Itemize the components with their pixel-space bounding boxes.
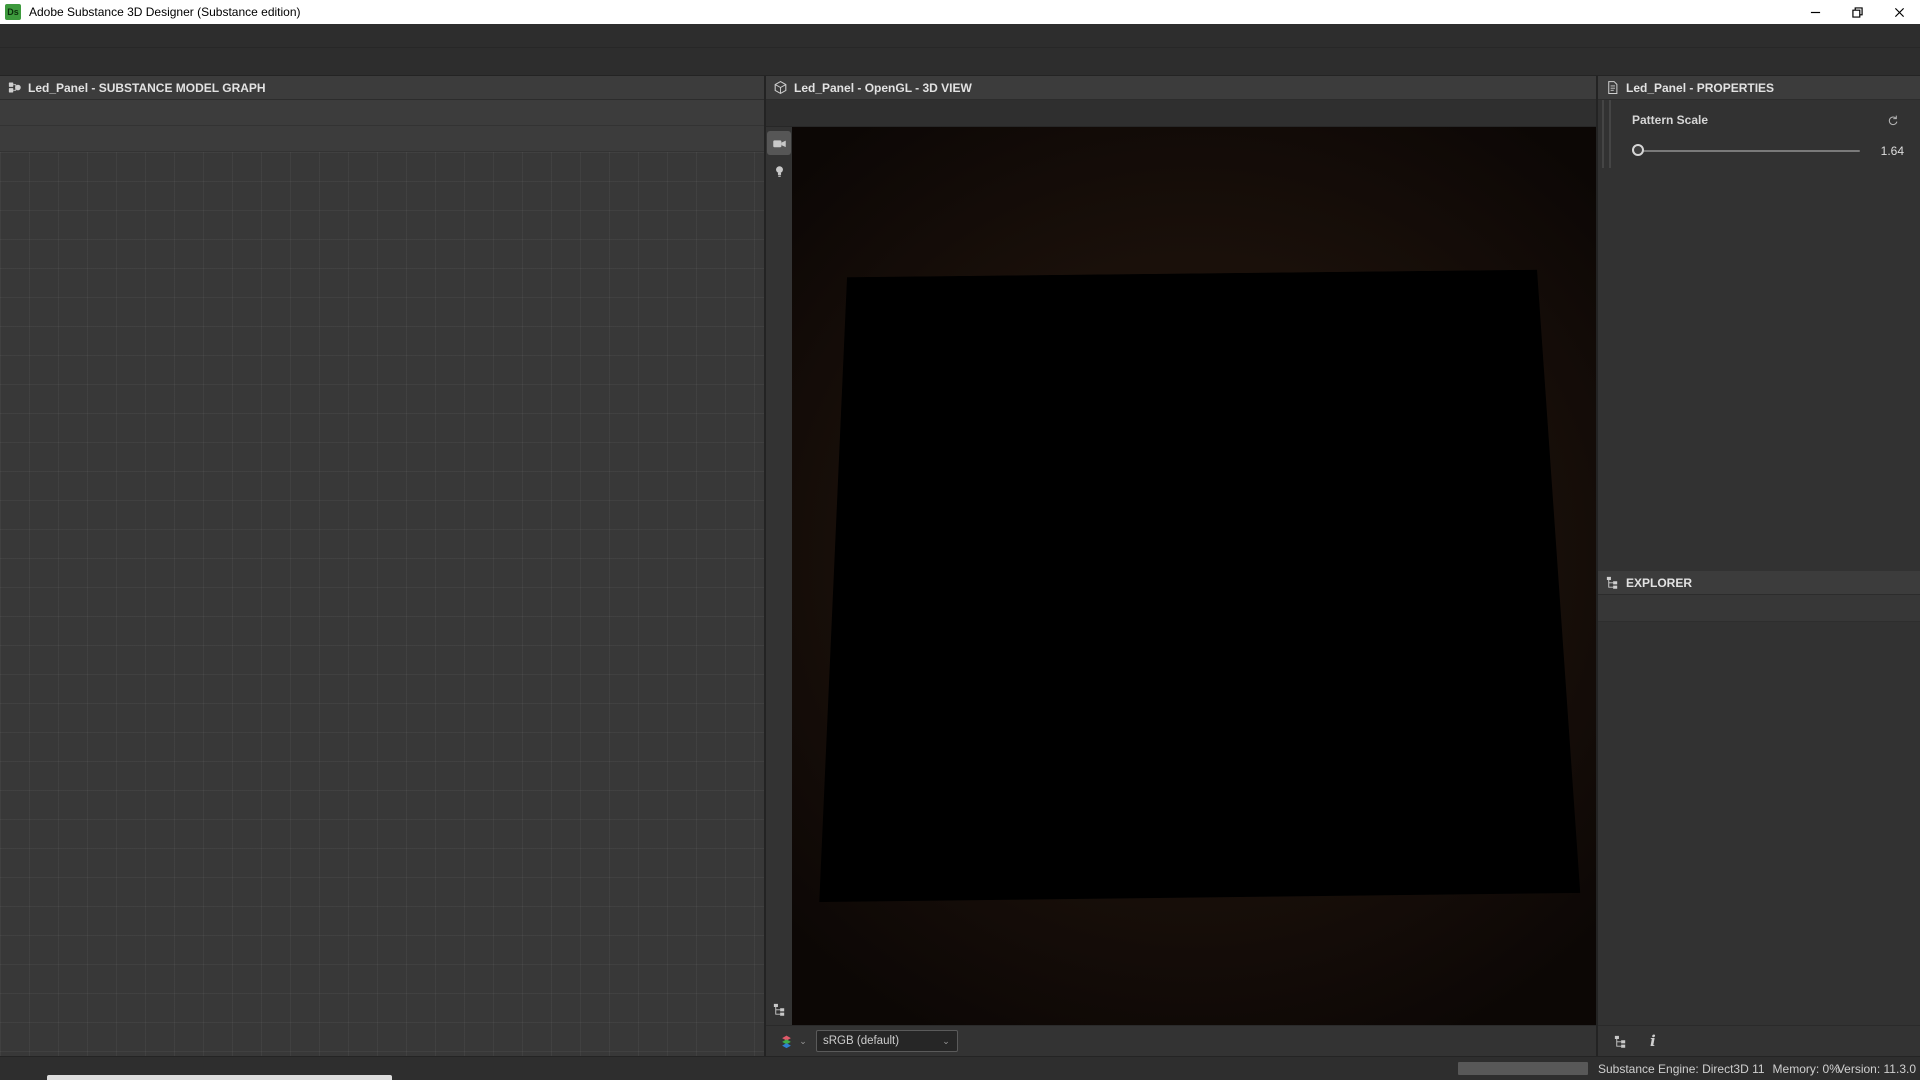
node-graph-canvas[interactable] xyxy=(0,152,764,1056)
memory-meter xyxy=(1458,1062,1588,1075)
properties-title: Led_Panel - PROPERTIES xyxy=(1626,80,1775,95)
right-dock-tabs: i xyxy=(1598,1025,1920,1056)
3d-view-menubar xyxy=(766,100,1596,127)
menu-bar xyxy=(0,24,1920,48)
layers-chevron-icon: ⌄ xyxy=(799,1035,807,1046)
light-mode-button[interactable] xyxy=(767,159,791,183)
camera-mode-button[interactable] xyxy=(767,131,791,155)
explorer-empty-area xyxy=(1598,622,1920,1025)
right-dock: Led_Panel - PROPERTIES Pattern Scale 1.6… xyxy=(1598,76,1920,1056)
version-status: Version: 11.3.0 xyxy=(1836,1061,1916,1076)
main-toolbar xyxy=(0,48,1920,76)
3d-view-header: Led_Panel - OpenGL - 3D VIEW xyxy=(766,76,1596,100)
colorspace-layers-icon[interactable] xyxy=(774,1029,798,1053)
graph-panel-title: Led_Panel - SUBSTANCE MODEL GRAPH xyxy=(28,80,266,95)
explorer-header: EXPLORER xyxy=(1598,571,1920,595)
pattern-scale-value[interactable]: 1.64 xyxy=(1860,144,1904,158)
pattern-scale-slider[interactable] xyxy=(1632,144,1860,156)
progress-sliver xyxy=(47,1075,392,1080)
status-bar: Substance Engine: Direct3D 11 Memory: 0%… xyxy=(0,1056,1920,1080)
pattern-scale-group: Pattern Scale 1.64 xyxy=(1598,100,1920,168)
info-tab-icon[interactable]: i xyxy=(1650,1032,1656,1050)
graph-toolbar-row2 xyxy=(0,126,764,152)
3d-view-panel: Led_Panel - OpenGL - 3D VIEW ⌄ sRGB (def… xyxy=(766,76,1596,1056)
engine-status: Substance Engine: Direct3D 11 xyxy=(1598,1061,1765,1076)
3d-viewport[interactable] xyxy=(792,127,1596,1025)
title-bar: Ds Adobe Substance 3D Designer (Substanc… xyxy=(0,0,1920,24)
minimize-button[interactable] xyxy=(1794,0,1836,24)
model-graph-icon xyxy=(7,80,22,95)
node-wires xyxy=(0,152,764,1056)
close-window-button[interactable] xyxy=(1878,0,1920,24)
pattern-scale-label: Pattern Scale xyxy=(1632,113,1709,127)
window-title: Adobe Substance 3D Designer (Substance e… xyxy=(29,5,301,19)
app-logo-icon: Ds xyxy=(5,4,21,20)
properties-empty-area xyxy=(1598,168,1920,571)
slider-handle[interactable] xyxy=(1632,144,1644,156)
explorer-tab-icon[interactable] xyxy=(1608,1029,1632,1053)
reset-value-button[interactable] xyxy=(1880,108,1904,132)
graph-toolbar-row1 xyxy=(0,100,764,126)
app-window: Ds Adobe Substance 3D Designer (Substanc… xyxy=(0,0,1920,1080)
document-icon xyxy=(1605,80,1620,95)
substance-model-graph-panel: Led_Panel - SUBSTANCE MODEL GRAPH xyxy=(0,76,764,1056)
explorer-toolbar xyxy=(1598,595,1920,622)
memory-status: Memory: 0% xyxy=(1772,1061,1840,1076)
scene-outliner-button[interactable] xyxy=(767,997,791,1021)
led-panel-mesh xyxy=(820,270,1580,901)
3d-view-side-strip xyxy=(766,127,792,1025)
properties-header: Led_Panel - PROPERTIES xyxy=(1598,76,1920,100)
chevron-down-icon: ⌄ xyxy=(942,1035,950,1046)
cube-icon xyxy=(773,80,788,95)
tree-icon xyxy=(1605,575,1620,590)
restore-button[interactable] xyxy=(1836,0,1878,24)
explorer-title: EXPLORER xyxy=(1626,575,1693,590)
colorspace-value: sRGB (default) xyxy=(823,1035,900,1047)
colorspace-select[interactable]: sRGB (default) ⌄ xyxy=(816,1030,958,1052)
graph-panel-header: Led_Panel - SUBSTANCE MODEL GRAPH xyxy=(0,76,764,100)
3d-view-title: Led_Panel - OpenGL - 3D VIEW xyxy=(794,80,972,95)
3d-view-bottom-bar: ⌄ sRGB (default) ⌄ xyxy=(766,1025,1596,1056)
